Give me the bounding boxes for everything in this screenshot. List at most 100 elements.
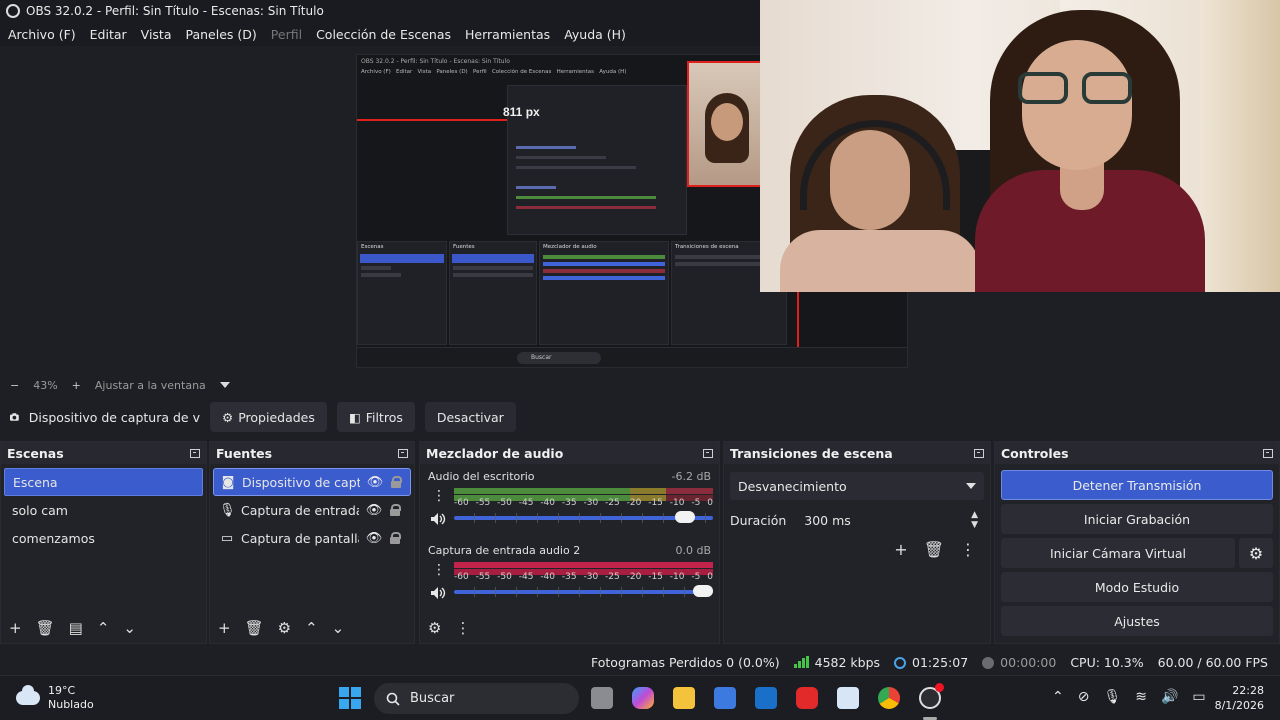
menu-ayuda[interactable]: Ayuda (H): [564, 27, 626, 42]
undock-icon[interactable]: [703, 448, 713, 458]
advanced-audio-icon[interactable]: ⚙: [428, 619, 441, 637]
wifi-icon[interactable]: ≋: [1135, 689, 1147, 705]
settings-button[interactable]: Ajustes: [1001, 606, 1273, 636]
chevron-up-icon[interactable]: ⌃: [1052, 689, 1064, 705]
kebab-menu-icon[interactable]: ⋮: [432, 488, 446, 504]
gear-icon[interactable]: ⚙: [278, 619, 291, 637]
meter-tick-label: -25: [605, 572, 620, 582]
context-bar: Dispositivo de captura de v ⚙ Propiedade…: [0, 400, 1280, 434]
speaker-icon[interactable]: [430, 512, 446, 526]
move-down-icon[interactable]: ⌄: [332, 619, 345, 637]
outlook-icon[interactable]: [755, 687, 777, 709]
copilot-icon[interactable]: [632, 687, 654, 709]
eye-icon[interactable]: 👁: [366, 475, 384, 490]
bitrate-indicator: 4582 kbps: [793, 655, 880, 670]
app-icon[interactable]: [837, 687, 859, 709]
scene-item-solo-cam[interactable]: solo cam: [4, 496, 203, 524]
add-icon[interactable]: +: [894, 540, 907, 559]
volume-knob[interactable]: [693, 585, 713, 597]
weather-widget[interactable]: 19°C Nublado: [16, 684, 94, 712]
menu-herramientas[interactable]: Herramientas: [465, 27, 550, 42]
speaker-icon[interactable]: [430, 586, 446, 600]
file-explorer-icon[interactable]: [673, 687, 695, 709]
controls-title: Controles: [1001, 445, 1069, 461]
gear-icon: ⚙: [222, 409, 234, 425]
kebab-menu-icon[interactable]: ⋮: [432, 562, 446, 578]
transition-select[interactable]: Desvanecimiento: [730, 472, 984, 500]
decrement-icon[interactable]: ▼: [971, 520, 978, 530]
camera-off-icon[interactable]: ⊘: [1078, 689, 1090, 705]
chrome-icon[interactable]: [878, 687, 900, 709]
menu-vista[interactable]: Vista: [141, 27, 172, 42]
zoom-row: − 43% + Ajustar a la ventana: [0, 376, 1280, 394]
source-item-audio-input[interactable]: 🎙 Captura de entrada a 👁: [213, 496, 411, 524]
zoom-out-button[interactable]: −: [10, 379, 19, 392]
chevron-down-icon[interactable]: [219, 382, 230, 388]
volume-icon[interactable]: 🔊: [1161, 689, 1178, 705]
menu-editar[interactable]: Editar: [90, 27, 127, 42]
undock-icon[interactable]: [974, 448, 984, 458]
menu-archivo[interactable]: Archivo (F): [8, 27, 76, 42]
battery-icon[interactable]: ▭: [1192, 689, 1205, 705]
lock-icon[interactable]: [389, 504, 401, 516]
meter-tick-label: -15: [648, 498, 663, 508]
source-item-screen-capture[interactable]: ▭ Captura de pantalla 👁: [213, 524, 411, 552]
undock-icon[interactable]: [398, 448, 408, 458]
youtube-icon[interactable]: [796, 687, 818, 709]
move-down-icon[interactable]: ⌄: [123, 619, 136, 637]
virtual-camera-row: Iniciar Cámara Virtual ⚙: [1001, 538, 1273, 568]
studio-mode-button[interactable]: Modo Estudio: [1001, 572, 1273, 602]
deactivate-button[interactable]: Desactivar: [424, 402, 516, 432]
filters-button[interactable]: ◧ Filtros: [336, 402, 415, 432]
scene-filter-icon[interactable]: ▤: [69, 619, 83, 637]
add-icon[interactable]: +: [9, 619, 22, 637]
scene-item-escena[interactable]: Escena: [4, 468, 203, 496]
signal-icon: [793, 656, 809, 668]
trash-icon[interactable]: 🗑: [924, 540, 944, 559]
undock-icon[interactable]: [190, 448, 200, 458]
duration-spinbox[interactable]: 300 ms ▲ ▼: [800, 506, 984, 534]
task-view-icon[interactable]: [591, 687, 613, 709]
zoom-in-button[interactable]: +: [72, 379, 81, 392]
meter-tick-label: -40: [540, 572, 556, 582]
undock-icon[interactable]: [1263, 448, 1273, 458]
add-icon[interactable]: +: [218, 619, 231, 637]
microsoft-store-icon[interactable]: [714, 687, 736, 709]
microphone-icon[interactable]: 🎙: [1103, 689, 1121, 705]
move-up-icon[interactable]: ⌃: [97, 619, 110, 637]
fps-readout: 60.00 / 60.00 FPS: [1157, 654, 1268, 670]
taskbar-search[interactable]: Buscar: [374, 683, 579, 714]
weather-condition: Nublado: [48, 698, 94, 711]
lock-icon[interactable]: [390, 476, 402, 488]
start-recording-button[interactable]: Iniciar Grabación: [1001, 504, 1273, 534]
taskbar-clock[interactable]: 22:28 8/1/2026: [1215, 683, 1264, 713]
move-up-icon[interactable]: ⌃: [305, 619, 318, 637]
menu-paneles[interactable]: Paneles (D): [186, 27, 257, 42]
zoom-fit-button[interactable]: Ajustar a la ventana: [95, 379, 206, 392]
windows-start-icon[interactable]: [339, 687, 361, 709]
source-item-video-capture[interactable]: ◙ Dispositivo de captur 👁: [213, 468, 411, 496]
properties-button[interactable]: ⚙ Propiedades: [210, 402, 327, 432]
menu-perfil[interactable]: Perfil: [271, 27, 302, 42]
duration-label: Duración: [730, 512, 787, 528]
clock-date: 8/1/2026: [1214, 699, 1264, 712]
kebab-menu-icon[interactable]: ⋮: [960, 540, 976, 559]
increment-icon[interactable]: ▲: [971, 510, 978, 520]
volume-slider[interactable]: [454, 511, 713, 523]
eye-icon[interactable]: 👁: [365, 531, 383, 546]
kebab-menu-icon[interactable]: ⋮: [455, 619, 470, 637]
stop-streaming-button[interactable]: Detener Transmisión: [1001, 470, 1273, 500]
lock-icon[interactable]: [389, 532, 401, 544]
volume-knob[interactable]: [674, 511, 695, 523]
volume-slider[interactable]: [454, 585, 713, 597]
meter-tick-label: -45: [518, 572, 534, 582]
start-virtual-camera-button[interactable]: Iniciar Cámara Virtual: [1001, 538, 1235, 568]
status-bar: Fotogramas Perdidos 0 (0.0%) 4582 kbps 0…: [0, 650, 1280, 674]
trash-icon[interactable]: 🗑: [36, 619, 55, 637]
live-indicator-icon: [935, 683, 944, 692]
trash-icon[interactable]: 🗑: [245, 619, 264, 637]
menu-coleccion-escenas[interactable]: Colección de Escenas: [316, 27, 451, 42]
scene-item-comenzamos[interactable]: comenzamos: [4, 524, 203, 552]
eye-icon[interactable]: 👁: [365, 503, 383, 518]
gear-icon[interactable]: ⚙: [1239, 538, 1273, 568]
